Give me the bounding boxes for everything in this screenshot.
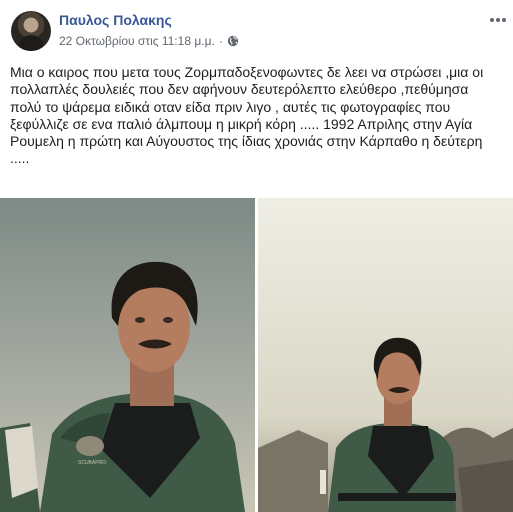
text-line: Ρουμελη η πρώτη και Αύγουστος της ίδιας … [10,133,483,150]
photo-grid: SCUBAPRO [0,186,513,512]
post-meta: 22 Οκτωβρίου στις 11:18 μ.μ. · [59,34,239,48]
globe-icon[interactable] [227,35,239,47]
more-options-icon[interactable] [488,10,508,30]
text-line: πολύ το ψάρεμα ειδικά οταν είδα πριν λιγ… [10,98,451,115]
text-line: πολλαπλές δουλειές που δεν αφήνουν δευτε… [10,81,469,98]
post-header: Παυλος Πολακης 22 Οκτωβρίου στις 11:18 μ… [0,0,513,56]
post-timestamp[interactable]: 22 Οκτωβρίου στις 11:18 μ.μ. [59,34,215,48]
photo-1[interactable]: SCUBAPRO [0,198,255,512]
author-avatar[interactable] [11,11,51,51]
post-body-text: Μια ο καιρος που μετα τους Ζορμπαδοξενοφ… [10,64,505,168]
photo-2[interactable] [258,198,513,512]
text-line: ξεφύλλιζε σε ενα παλιό άλμπουμ η μικρή κ… [10,115,473,132]
text-line: ..... [10,150,30,167]
meta-separator: · [218,34,223,48]
author-name[interactable]: Παυλος Πολακης [59,12,172,28]
text-line: Μια ο καιρος που μετα τους Ζορμπαδοξενοφ… [10,64,484,80]
wetsuit-logo-text: SCUBAPRO [78,460,106,466]
